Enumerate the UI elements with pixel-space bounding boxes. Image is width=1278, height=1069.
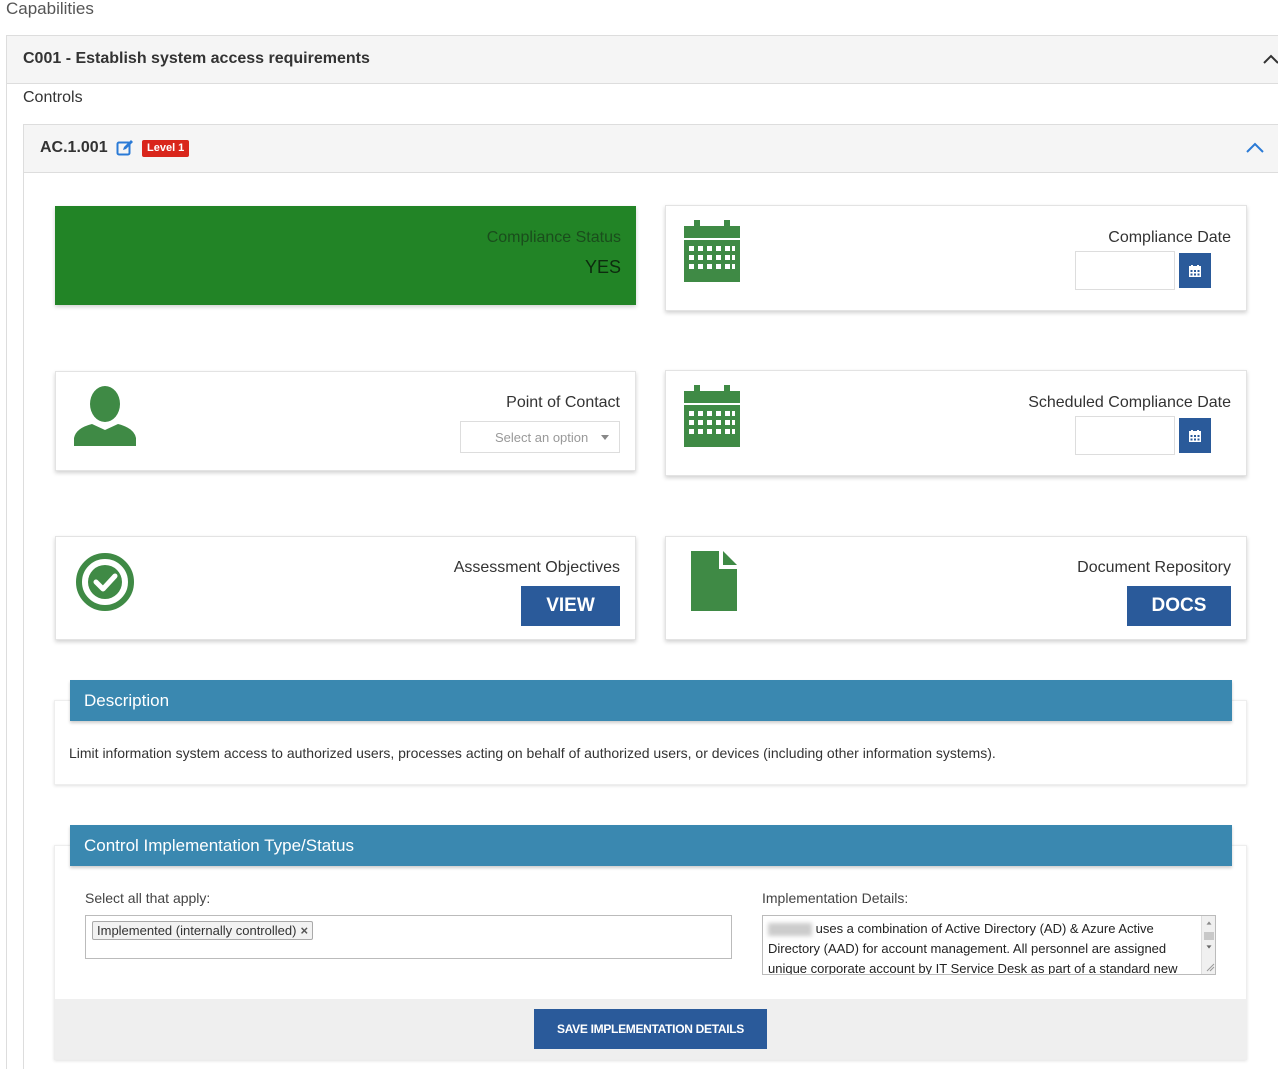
docs-button[interactable]: DOCS xyxy=(1127,586,1231,626)
chevron-down-icon xyxy=(601,435,609,440)
assessment-objectives-card: Assessment Objectives VIEW xyxy=(55,536,636,640)
point-of-contact-label: Point of Contact xyxy=(506,394,620,411)
implementation-details-textarea[interactable]: uses a combination of Active Directory (… xyxy=(762,915,1216,975)
implementation-type-multiselect[interactable]: Implemented (internally controlled) × xyxy=(85,915,732,959)
chevron-up-icon[interactable] xyxy=(1244,138,1266,160)
scheduled-compliance-date-card: Scheduled Compliance Date xyxy=(665,370,1247,476)
textarea-scrollbar[interactable] xyxy=(1201,916,1215,974)
view-button[interactable]: VIEW xyxy=(521,586,620,626)
control-header[interactable]: AC.1.001 Level 1 xyxy=(24,125,1278,173)
save-implementation-button[interactable]: SAVE IMPLEMENTATION DETAILS xyxy=(534,1009,767,1049)
compliance-date-card: Compliance Date xyxy=(665,205,1247,311)
description-header: Description xyxy=(70,680,1232,721)
redacted-name xyxy=(768,923,812,937)
document-repository-card: Document Repository DOCS xyxy=(665,536,1247,640)
capability-title: C001 - Establish system access requireme… xyxy=(23,50,370,67)
implementation-details-label: Implementation Details: xyxy=(762,890,909,906)
assessment-objectives-label: Assessment Objectives xyxy=(453,559,620,576)
select-all-label: Select all that apply: xyxy=(85,890,211,906)
compliance-status-value: YES xyxy=(584,257,621,277)
point-of-contact-card: Point of Contact Select an option xyxy=(55,371,636,471)
resize-handle-icon[interactable] xyxy=(1205,962,1215,972)
compliance-status-card: Compliance Status YES xyxy=(55,206,636,305)
select-placeholder: Select an option xyxy=(495,430,589,445)
compliance-date-label: Compliance Date xyxy=(1108,229,1231,246)
implementation-header: Control Implementation Type/Status xyxy=(70,825,1232,866)
scrollbar-thumb[interactable] xyxy=(1204,932,1214,940)
capability-header[interactable]: C001 - Establish system access requireme… xyxy=(7,36,1278,84)
check-circle-icon xyxy=(76,553,134,611)
compliance-status-label: Compliance Status xyxy=(486,229,621,246)
selected-tag[interactable]: Implemented (internally controlled) × xyxy=(92,921,314,940)
level-badge: Level 1 xyxy=(142,140,190,157)
implementation-details-text: uses a combination of Active Directory (… xyxy=(768,921,1178,975)
compliance-date-picker-button[interactable] xyxy=(1179,253,1211,288)
scheduled-compliance-date-input[interactable] xyxy=(1075,416,1175,455)
chevron-up-icon[interactable] xyxy=(1261,50,1278,70)
calendar-icon xyxy=(1189,264,1201,277)
edit-icon[interactable] xyxy=(116,139,134,157)
scheduled-compliance-date-label: Scheduled Compliance Date xyxy=(1028,394,1231,411)
calendar-icon xyxy=(1189,429,1201,442)
control-id: AC.1.001 xyxy=(40,139,108,156)
remove-tag-icon[interactable]: × xyxy=(300,923,308,938)
point-of-contact-select[interactable]: Select an option xyxy=(460,421,620,453)
compliance-date-input[interactable] xyxy=(1075,251,1175,290)
selected-tag-label: Implemented (internally controlled) xyxy=(97,923,297,938)
controls-label: Controls xyxy=(23,89,83,106)
user-icon xyxy=(74,386,136,446)
chevron-up-icon[interactable] xyxy=(1202,918,1216,928)
document-icon xyxy=(691,551,737,611)
document-repository-label: Document Repository xyxy=(1077,559,1231,576)
calendar-icon xyxy=(684,220,740,282)
chevron-down-icon[interactable] xyxy=(1202,942,1216,952)
calendar-icon xyxy=(684,385,740,447)
scheduled-date-picker-button[interactable] xyxy=(1179,418,1211,453)
description-text: Limit information system access to autho… xyxy=(69,745,996,761)
page-heading: Capabilities xyxy=(6,0,94,18)
